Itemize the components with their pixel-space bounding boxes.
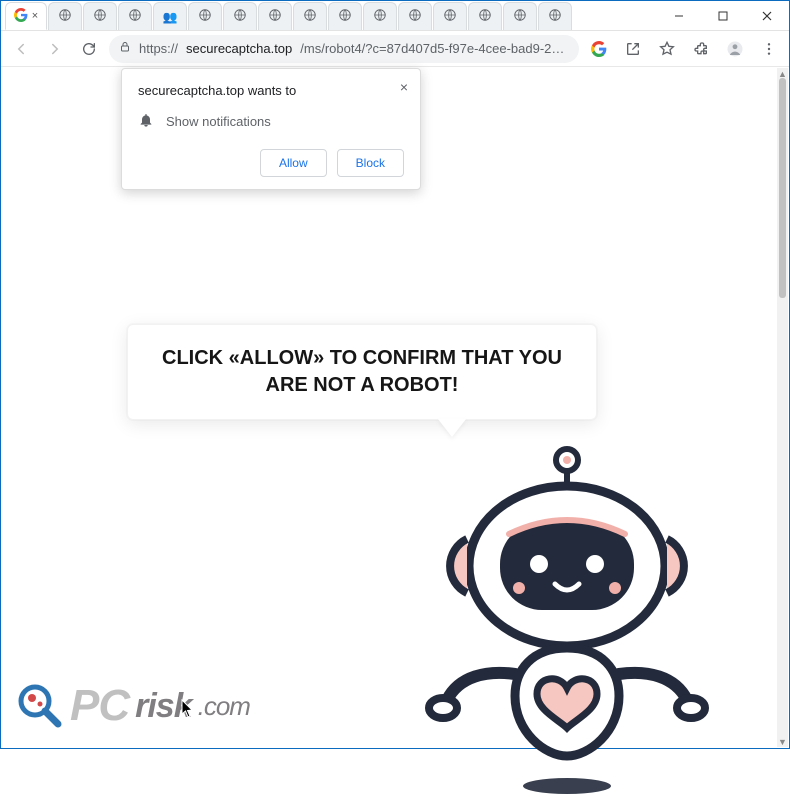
- globe-icon: [198, 8, 212, 25]
- robot-illustration: [397, 438, 737, 798]
- notification-permission-prompt: × securecaptcha.top wants to Show notifi…: [121, 68, 421, 190]
- globe-icon: [58, 8, 72, 25]
- globe-icon: [548, 8, 562, 25]
- window-controls: [657, 1, 789, 30]
- url-path: /ms/robot4/?c=87d407d5-f97e-4cee-bad9-29…: [300, 41, 569, 56]
- nav-reload-button[interactable]: [75, 35, 103, 63]
- block-button[interactable]: Block: [337, 149, 404, 177]
- magnifier-icon: [16, 682, 64, 730]
- address-bar[interactable]: https:// securecaptcha.top/ms/robot4/?c=8…: [109, 35, 579, 63]
- lock-icon: [119, 41, 131, 56]
- tab-inactive[interactable]: [118, 2, 152, 30]
- allow-button[interactable]: Allow: [260, 149, 327, 177]
- extensions-puzzle-icon[interactable]: [687, 35, 715, 63]
- tab-inactive[interactable]: [258, 2, 292, 30]
- tab-inactive[interactable]: [363, 2, 397, 30]
- globe-icon: [408, 8, 422, 25]
- instruction-text: CLICK «ALLOW» TO CONFIRM THAT YOU ARE NO…: [162, 347, 562, 396]
- scrollbar-thumb[interactable]: [779, 78, 786, 298]
- url-host: securecaptcha.top: [186, 41, 292, 56]
- tab-close-icon[interactable]: ×: [32, 10, 38, 22]
- scroll-down-arrow-icon[interactable]: ▼: [777, 736, 788, 747]
- browser-menu-icon[interactable]: [755, 35, 783, 63]
- tab-inactive[interactable]: [538, 2, 572, 30]
- tab-inactive[interactable]: [433, 2, 467, 30]
- instruction-speech-bubble: CLICK «ALLOW» TO CONFIRM THAT YOU ARE NO…: [127, 324, 597, 420]
- mouse-cursor-icon: [181, 699, 195, 719]
- globe-icon: [443, 8, 457, 25]
- bookmark-star-icon[interactable]: [653, 35, 681, 63]
- globe-icon: [233, 8, 247, 25]
- tab-inactive[interactable]: [48, 2, 82, 30]
- prompt-body: Show notifications: [166, 114, 271, 129]
- url-scheme: https://: [139, 41, 178, 56]
- pcrisk-watermark: PCrisk.com: [16, 681, 250, 731]
- bell-icon: [138, 112, 154, 131]
- nav-back-button[interactable]: [7, 35, 35, 63]
- watermark-dotcom: .com: [198, 691, 250, 722]
- globe-icon: [373, 8, 387, 25]
- tab-inactive[interactable]: [188, 2, 222, 30]
- tab-inactive[interactable]: [83, 2, 117, 30]
- vertical-scrollbar[interactable]: ▲ ▼: [777, 68, 788, 747]
- google-search-icon[interactable]: [585, 35, 613, 63]
- globe-icon: [338, 8, 352, 25]
- nav-forward-button[interactable]: [41, 35, 69, 63]
- globe-icon: [303, 8, 317, 25]
- tab-inactive[interactable]: [398, 2, 432, 30]
- globe-icon: [268, 8, 282, 25]
- globe-icon: [128, 8, 142, 25]
- tab-inactive[interactable]: 👥: [153, 2, 187, 30]
- window-titlebar: × 👥: [1, 1, 789, 31]
- tab-inactive[interactable]: [223, 2, 257, 30]
- tab-active[interactable]: ×: [5, 2, 47, 30]
- browser-toolbar: https:// securecaptcha.top/ms/robot4/?c=8…: [1, 31, 789, 67]
- prompt-close-icon[interactable]: ×: [400, 79, 408, 95]
- window-close-button[interactable]: [745, 1, 789, 31]
- share-icon[interactable]: [619, 35, 647, 63]
- globe-icon: [513, 8, 527, 25]
- prompt-title: securecaptcha.top wants to: [138, 83, 404, 98]
- profile-avatar-icon[interactable]: [721, 35, 749, 63]
- watermark-pc: PC: [70, 681, 129, 731]
- tab-inactive[interactable]: [503, 2, 537, 30]
- tab-inactive[interactable]: [468, 2, 502, 30]
- window-minimize-button[interactable]: [657, 1, 701, 31]
- window-maximize-button[interactable]: [701, 1, 745, 31]
- tab-inactive[interactable]: [328, 2, 362, 30]
- google-g-icon: [14, 8, 28, 25]
- tab-inactive[interactable]: [293, 2, 327, 30]
- person-stack-icon: 👥: [163, 10, 178, 24]
- globe-icon: [478, 8, 492, 25]
- tab-strip: × 👥: [1, 1, 657, 30]
- globe-icon: [93, 8, 107, 25]
